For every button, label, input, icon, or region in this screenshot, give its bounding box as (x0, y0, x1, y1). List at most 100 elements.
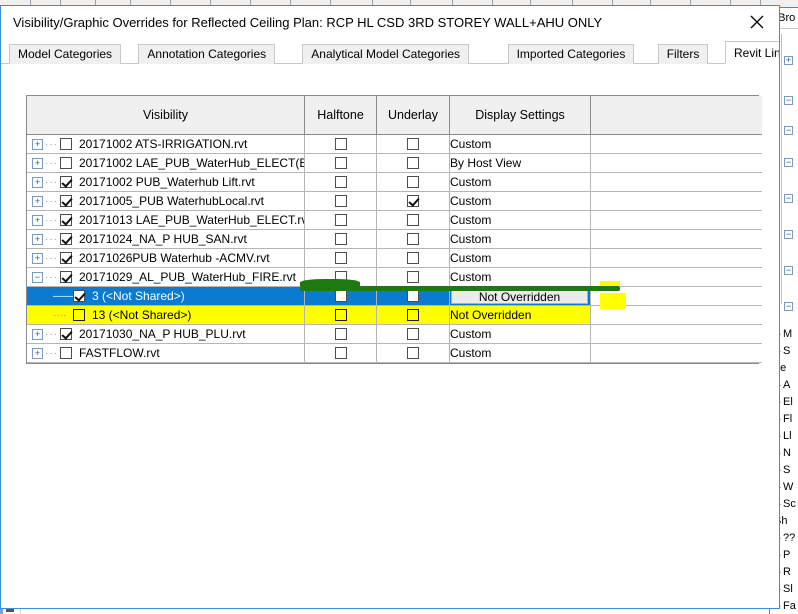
underlay-cell[interactable] (376, 286, 450, 306)
underlay-checkbox[interactable] (407, 290, 419, 302)
table-row[interactable]: ···· 13 (<Not Shared>) Not Overridden (27, 305, 762, 325)
display-settings-cell[interactable]: By Host View (449, 153, 591, 173)
project-browser-expander[interactable]: + (784, 56, 793, 65)
table-row[interactable]: + ··· 20171030_NA_P HUB_PLU.rvt Custom (27, 324, 762, 344)
visibility-checkbox[interactable] (73, 290, 85, 302)
visibility-checkbox[interactable] (60, 271, 72, 283)
close-icon[interactable] (735, 6, 779, 38)
table-row[interactable]: + ··· 20171002 LAE_PUB_WaterHub_ELECT(EXI.… (27, 153, 762, 173)
display-settings-cell[interactable]: Custom (449, 134, 591, 154)
tree-expand-icon[interactable]: + (32, 157, 43, 169)
display-settings-cell[interactable]: Custom (449, 172, 591, 192)
tree-expand-icon[interactable]: + (32, 252, 43, 264)
dialog-tab-strip[interactable]: Model Categories Annotation Categories Ana… (1, 40, 779, 64)
halftone-checkbox[interactable] (334, 328, 347, 340)
tree-expand-icon[interactable]: + (32, 195, 43, 207)
table-row[interactable]: + ··· 20171013 LAE_PUB_WaterHub_ELECT.rvt C… (27, 210, 762, 230)
visibility-checkbox[interactable] (60, 138, 72, 150)
halftone-cell[interactable] (304, 229, 377, 249)
tab-filters[interactable]: Filters (657, 44, 709, 64)
halftone-cell[interactable] (304, 286, 377, 306)
display-settings-cell[interactable]: Custom (449, 267, 591, 287)
underlay-cell[interactable] (376, 134, 450, 154)
visibility-cell[interactable]: ···· 13 (<Not Shared>) (27, 305, 305, 325)
column-header-display-settings[interactable]: Display Settings (449, 96, 591, 135)
underlay-cell[interactable] (376, 210, 450, 230)
underlay-cell[interactable] (376, 248, 450, 268)
revit-links-table[interactable]: Visibility Halftone Underlay Display Settin… (26, 95, 762, 364)
column-header-underlay[interactable]: Underlay (376, 96, 450, 135)
table-row[interactable]: + ··· 20171002 ATS-IRRIGATION.rvt Custom (27, 134, 762, 154)
underlay-cell[interactable] (376, 229, 450, 249)
project-browser-expander[interactable]: − (784, 230, 793, 239)
tab-analytical-model-categories[interactable]: Analytical Model Categories (302, 44, 470, 64)
visibility-cell[interactable]: + ··· 20171013 LAE_PUB_WaterHub_ELECT.rvt (27, 210, 305, 230)
tree-expand-icon[interactable]: + (32, 138, 43, 150)
display-settings-cell[interactable]: Custom (449, 191, 591, 211)
underlay-checkbox[interactable] (407, 347, 419, 359)
halftone-cell[interactable] (304, 343, 377, 363)
display-settings-cell[interactable]: Not Overridden (449, 305, 591, 325)
table-row[interactable]: + ··· 20171005_PUB WaterhubLocal.rvt Custom (27, 191, 762, 211)
underlay-cell[interactable] (376, 305, 450, 325)
visibility-cell[interactable]: + ··· 20171030_NA_P HUB_PLU.rvt (27, 324, 305, 344)
underlay-cell[interactable] (376, 172, 450, 192)
underlay-checkbox[interactable] (407, 214, 419, 226)
visibility-cell[interactable]: + ··· 20171002 ATS-IRRIGATION.rvt (27, 134, 305, 154)
halftone-checkbox[interactable] (334, 138, 347, 150)
visibility-checkbox[interactable] (60, 176, 72, 188)
halftone-cell[interactable] (304, 134, 377, 154)
project-browser-expander[interactable]: − (784, 126, 793, 135)
display-settings-cell[interactable]: Custom (449, 229, 591, 249)
halftone-checkbox[interactable] (334, 309, 347, 321)
tree-expand-icon[interactable]: + (32, 214, 43, 226)
underlay-cell[interactable] (376, 191, 450, 211)
halftone-checkbox[interactable] (334, 347, 347, 359)
halftone-checkbox[interactable] (334, 176, 347, 188)
display-settings-cell[interactable]: Custom (449, 324, 591, 344)
halftone-cell[interactable] (304, 267, 377, 287)
visibility-cell[interactable]: —— 3 (<Not Shared>) (27, 286, 305, 306)
halftone-checkbox[interactable] (334, 290, 347, 302)
visibility-checkbox[interactable] (60, 252, 72, 264)
underlay-checkbox[interactable] (407, 157, 419, 169)
display-settings-cell[interactable]: Custom (449, 248, 591, 268)
halftone-cell[interactable] (304, 210, 377, 230)
table-row[interactable]: − ··· 20171029_AL_PUB_WaterHub_FIRE.rvt Cus… (27, 267, 762, 287)
project-browser-expander[interactable]: − (784, 158, 793, 167)
underlay-checkbox[interactable] (407, 233, 419, 245)
halftone-cell[interactable] (304, 153, 377, 173)
project-browser-expander[interactable]: − (784, 302, 793, 311)
tab-imported-categories[interactable]: Imported Categories (507, 44, 635, 64)
underlay-checkbox[interactable] (407, 328, 419, 340)
column-header-spacer[interactable] (590, 96, 762, 135)
tree-expand-icon[interactable]: + (32, 176, 43, 188)
underlay-cell[interactable] (376, 267, 450, 287)
halftone-cell[interactable] (304, 305, 377, 325)
tree-expand-icon[interactable]: + (32, 347, 43, 359)
visibility-cell[interactable]: + ··· 20171002 LAE_PUB_WaterHub_ELECT(EXI.… (27, 153, 305, 173)
visibility-cell[interactable]: + ··· 20171005_PUB WaterhubLocal.rvt (27, 191, 305, 211)
tree-collapse-icon[interactable]: − (32, 271, 43, 283)
halftone-cell[interactable] (304, 248, 377, 268)
tree-expand-icon[interactable]: + (32, 233, 43, 245)
display-settings-cell[interactable]: Custom (449, 210, 591, 230)
column-header-halftone[interactable]: Halftone (304, 96, 377, 135)
visibility-checkbox[interactable] (60, 233, 72, 245)
table-row[interactable]: + ··· 20171026PUB Waterhub -ACMV.rvt Custom (27, 248, 762, 268)
underlay-checkbox[interactable] (407, 176, 419, 188)
tree-expand-icon[interactable]: + (32, 328, 43, 340)
halftone-checkbox[interactable] (334, 233, 347, 245)
visibility-checkbox[interactable] (60, 347, 72, 359)
table-body[interactable]: + ··· 20171002 ATS-IRRIGATION.rvt Custom + ··… (27, 134, 762, 363)
display-settings-cell[interactable]: Not Overridden (449, 286, 591, 306)
halftone-checkbox[interactable] (334, 252, 347, 264)
halftone-cell[interactable] (304, 191, 377, 211)
visibility-checkbox[interactable] (60, 195, 72, 207)
visibility-checkbox[interactable] (60, 214, 72, 226)
visibility-cell[interactable]: − ··· 20171029_AL_PUB_WaterHub_FIRE.rvt (27, 267, 305, 287)
tab-revit-links[interactable]: Revit Links (725, 41, 779, 64)
tab-model-categories[interactable]: Model Categories (9, 44, 122, 64)
tab-annotation-categories[interactable]: Annotation Categories (138, 44, 276, 64)
table-row[interactable]: + ··· 20171024_NA_P HUB_SAN.rvt Custom (27, 229, 762, 249)
